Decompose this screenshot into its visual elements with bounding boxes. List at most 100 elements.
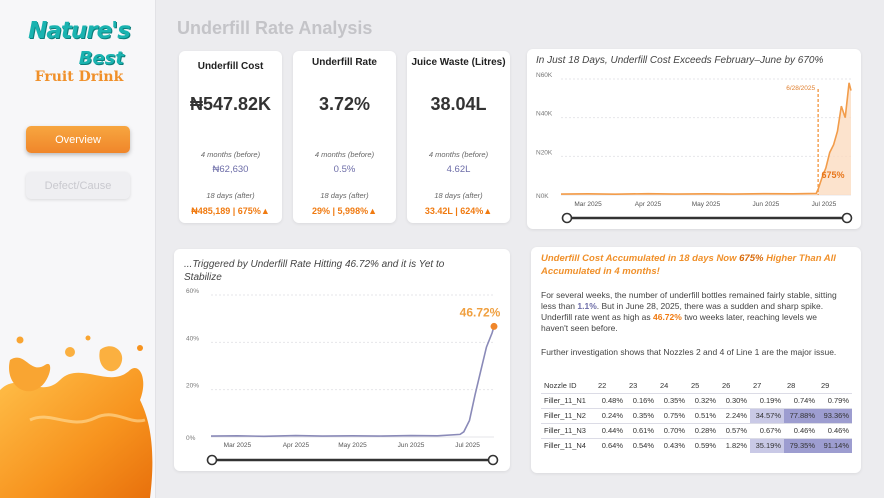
header-day: 24 xyxy=(660,381,669,391)
y-tick-label: N60K xyxy=(536,72,553,79)
insight-heading: Underfill Cost Accumulated in 18 days No… xyxy=(541,252,841,278)
table-cell: 0.48% xyxy=(595,392,626,408)
y-tick-label: N20K xyxy=(536,149,553,156)
kpi-label: Underfill Cost xyxy=(197,61,264,72)
kpi-after-value: 33.42L | 624%▲ xyxy=(424,206,493,216)
insight-card: Underfill Cost Accumulated in 18 days No… xyxy=(531,247,861,473)
table-row: Filler_11_N3 0.44% 0.61% 0.70% 0.28% 0.5… xyxy=(541,422,852,438)
series-area xyxy=(561,82,851,195)
rate-callout-label: 46.72% xyxy=(460,305,501,319)
table-cell: 0.59% xyxy=(688,437,719,453)
kpi-label: Juice Waste (Litres) xyxy=(411,57,506,68)
nozzle-table-header: Nozzle ID 22 23 24 25 26 27 28 29 xyxy=(541,379,852,393)
table-cell-highlight: 34.57% xyxy=(750,407,784,423)
table-cell: 0.46% xyxy=(784,422,818,438)
kpi-value: 38.04L xyxy=(430,94,487,114)
table-cell: 0.16% xyxy=(626,392,657,408)
table-cell: 0.74% xyxy=(784,392,818,408)
header-day: 27 xyxy=(753,381,762,391)
kpi-value: ₦547.82K xyxy=(189,94,272,114)
header-day: 23 xyxy=(629,381,638,391)
insight-head-pct: 675% xyxy=(739,253,764,264)
table-cell-highlight: 91.14% xyxy=(818,437,852,453)
table-row: Filler_11_N4 0.64% 0.54% 0.43% 0.59% 1.8… xyxy=(541,437,852,453)
cost-chart-card: In Just 18 Days, Underfill Cost Exceeds … xyxy=(527,49,861,229)
header-day: 29 xyxy=(821,381,830,391)
series-line xyxy=(560,82,852,196)
kpi-after-label: 18 days (after) xyxy=(434,191,483,200)
kpi-before-label: 4 months (before) xyxy=(428,150,489,159)
range-slider-handle-right xyxy=(841,212,853,224)
kpi-after-label: 18 days (after) xyxy=(320,191,369,200)
kpi-after-value: 29% | 5,998%▲ xyxy=(312,206,377,216)
header-day: 25 xyxy=(691,381,700,391)
page-title: Underfill Rate Analysis xyxy=(177,18,373,38)
kpi-card-underfill-rate: Underfill Rate 3.72% 4 months (before) 0… xyxy=(293,51,396,223)
insight-paragraph-1: For several weeks, the number of underfi… xyxy=(541,290,841,334)
nav-overview-button[interactable]: Overview xyxy=(26,126,130,153)
insight-p1-v2: 46.72% xyxy=(652,312,682,322)
kpi-before-value: 0.5% xyxy=(333,164,356,175)
x-tick-label: May 2025 xyxy=(692,201,721,208)
table-cell-highlight: 35.19% xyxy=(750,437,784,453)
table-cell: 0.67% xyxy=(750,422,784,438)
header-day: 28 xyxy=(787,381,796,391)
insight-head-a: Underfill Cost Accumulated in 18 days No… xyxy=(541,253,740,264)
table-cell: 0.35% xyxy=(626,407,657,423)
kpi-after-label: 18 days (after) xyxy=(206,191,255,200)
table-cell: 0.51% xyxy=(688,407,719,423)
x-tick-label: Jun 2025 xyxy=(398,442,425,449)
date-marker-label: 6/28/2025 xyxy=(786,85,815,92)
rate-chart-card: ...Triggered by Underfill Rate Hitting 4… xyxy=(174,249,510,471)
table-cell: 0.28% xyxy=(688,422,719,438)
table-row: Filler_11_N2 0.24% 0.35% 0.75% 0.51% 2.2… xyxy=(541,407,852,423)
table-cell: 2.24% xyxy=(719,407,750,423)
cost-callout-label: 675% xyxy=(821,170,844,180)
x-tick-label: Apr 2025 xyxy=(635,201,662,208)
header-day: 22 xyxy=(598,381,607,391)
nozzle-id-cell: Filler_11_N1 xyxy=(541,392,595,408)
table-cell: 0.64% xyxy=(595,437,626,453)
table-cell: 0.43% xyxy=(657,437,688,453)
kpi-before-value: ₦62,630 xyxy=(212,164,249,175)
sidebar: Nature's Best Fruit Drink Overview Defec… xyxy=(0,0,156,498)
x-tick-label: Jul 2025 xyxy=(812,201,837,208)
table-cell: 0.32% xyxy=(688,392,719,408)
table-cell: 0.75% xyxy=(657,407,688,423)
x-tick-label: Mar 2025 xyxy=(224,442,252,449)
kpi-before-value: 4.62L xyxy=(446,164,471,175)
table-cell: 0.35% xyxy=(657,392,688,408)
kpi-before-label: 4 months (before) xyxy=(200,150,261,159)
header-day: 26 xyxy=(722,381,731,391)
kpi-card-juice-waste: Juice Waste (Litres) 38.04L 4 months (be… xyxy=(407,51,510,223)
y-tick-label: N0K xyxy=(536,193,549,200)
table-row: Filler_11_N1 0.48% 0.16% 0.35% 0.32% 0.3… xyxy=(541,392,852,408)
table-cell: 0.79% xyxy=(818,392,852,408)
table-cell: 0.24% xyxy=(595,407,626,423)
x-tick-label: Mar 2025 xyxy=(574,201,602,208)
series-line xyxy=(210,326,495,438)
range-slider-handle-left xyxy=(206,454,218,466)
table-cell: 0.61% xyxy=(626,422,657,438)
range-slider-handle-right xyxy=(487,454,499,466)
y-tick-label: 0% xyxy=(186,435,196,442)
nozzle-id-cell: Filler_11_N3 xyxy=(541,422,595,438)
table-cell: 0.30% xyxy=(719,392,750,408)
juice-splash-image xyxy=(0,335,153,498)
y-tick-label: 40% xyxy=(186,335,199,342)
table-cell-highlight: 93.36% xyxy=(818,407,852,423)
nozzle-table: Nozzle ID 22 23 24 25 26 27 28 29 Filler… xyxy=(541,379,852,453)
table-cell-highlight: 79.35% xyxy=(784,437,818,453)
nav-defect-cause-button[interactable]: Defect/Cause xyxy=(26,172,130,199)
y-tick-label: 60% xyxy=(186,288,199,295)
kpi-card-underfill-cost: Underfill Cost ₦547.82K 4 months (before… xyxy=(179,51,282,223)
table-cell: 1.82% xyxy=(719,437,750,453)
range-slider-handle-left xyxy=(561,212,573,224)
x-tick-label: Jul 2025 xyxy=(455,442,480,449)
kpi-value: 3.72% xyxy=(318,94,371,114)
table-cell-highlight: 77.88% xyxy=(784,407,818,423)
nozzle-id-cell: Filler_11_N4 xyxy=(541,437,595,453)
x-tick-label: Apr 2025 xyxy=(283,442,310,449)
x-tick-label: Jun 2025 xyxy=(753,201,780,208)
y-tick-label: N40K xyxy=(536,111,553,118)
